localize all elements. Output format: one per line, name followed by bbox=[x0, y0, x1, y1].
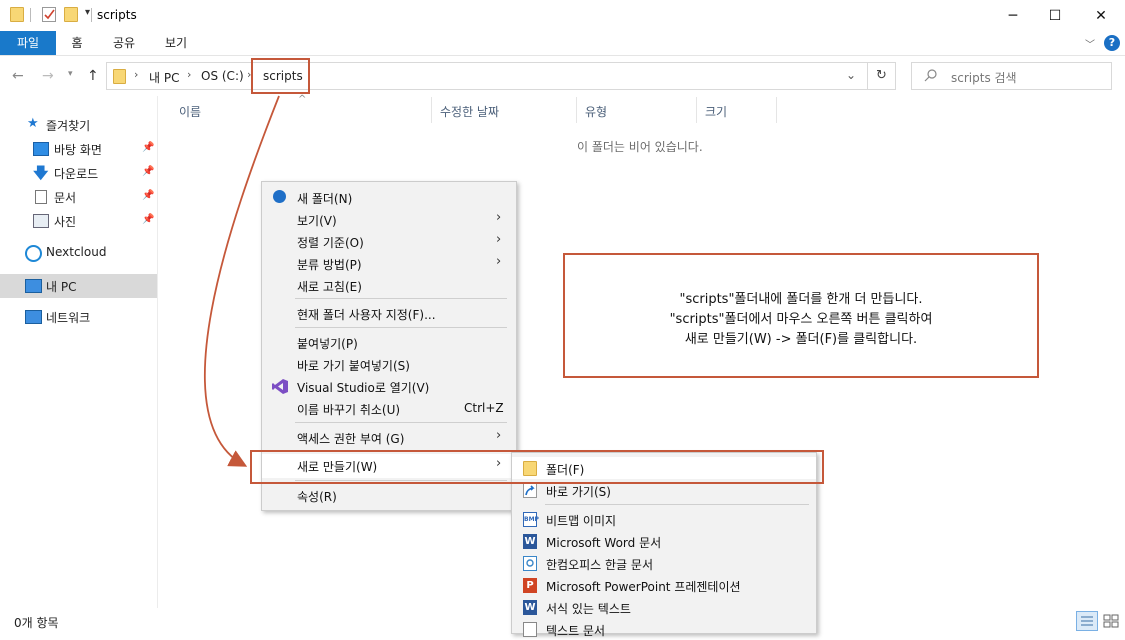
status-bar: 0개 항목 bbox=[0, 608, 1125, 634]
item-count: 0개 항목 bbox=[14, 616, 59, 630]
large-icons-view-icon[interactable] bbox=[1102, 612, 1120, 630]
details-view-icon[interactable] bbox=[1076, 611, 1098, 631]
annotation-arrow bbox=[203, 95, 280, 467]
